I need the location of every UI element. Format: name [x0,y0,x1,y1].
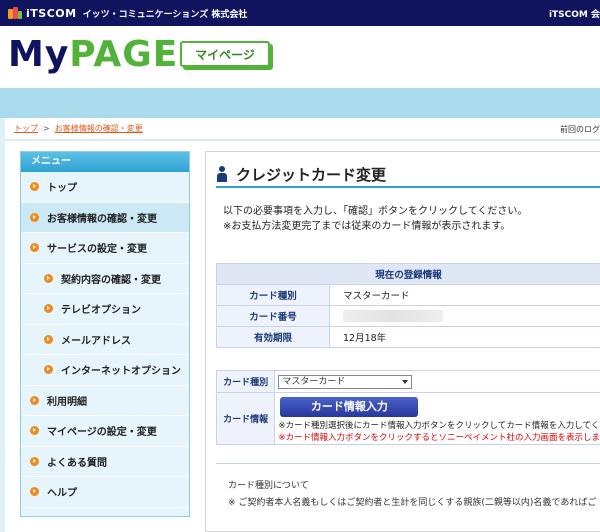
card-type-select-cell: マスターカード [274,370,600,393]
sidebar-item-service-settings[interactable]: サービスの設定・変更 [21,233,189,264]
sidebar-item-label: インターネットオプション [61,366,181,378]
main-panel: クレジットカード変更 以下の必要事項を入力し、「確認」ボタンをクリックしてくださ… [205,151,600,532]
sidebar-item-label: メールアドレス [61,335,131,347]
breadcrumb-separator: > [43,124,50,133]
redacted-card-number [343,310,443,322]
card-type-value: マスターカード [329,284,600,306]
sidebar-item-top[interactable]: トップ [21,172,189,203]
arrow-bullet-icon [30,182,39,192]
breadcrumb: トップ > お客様情報の確認・変更 前回のログ [5,118,600,140]
intro-line-1: 以下の必要事項を入力し、「確認」ボタンをクリックしてください。 [223,206,528,217]
card-info-warning: ※カード情報入力ボタンをクリックするとソニーペイメント社の入力画面を表示しま [278,433,600,443]
current-info-caption: 現在の登録情報 [216,263,600,285]
card-info-note: ※カード種別選択後にカード情報入力ボタンをクリックしてカード情報を入力してく [278,421,600,431]
logo-my: My [8,34,70,75]
sidebar-item-customer-info[interactable]: お客様情報の確認・変更 [21,202,189,233]
arrow-bullet-icon [30,426,39,436]
brand-name: iTSCOM [26,6,77,20]
table-row: カード番号 [216,305,600,327]
menu-header: メニュー [21,152,189,172]
page-title-text: クレジットカード変更 [236,165,387,184]
card-number-value [329,305,600,327]
card-type-selected-value: マスターカード [282,376,346,387]
sidebar-item-label: サービスの設定・変更 [47,244,147,256]
card-info-label: カード情報 [215,392,276,445]
arrow-bullet-icon [30,395,39,405]
expiry-value: 12月18年 [329,326,600,348]
sidebar-item-contract[interactable]: 契約内容の確認・変更 [21,264,189,294]
arrow-bullet-icon [44,304,53,314]
arrow-bullet-icon [30,456,39,466]
sidebar-item-label: マイページの設定・変更 [47,427,157,439]
sidebar-item-label: 契約内容の確認・変更 [61,274,161,286]
sidebar-item-label: ヘルプ [47,488,77,500]
sidebar-item-label: 利用明細 [47,396,87,408]
mypage-logo[interactable]: MyPAGE [8,35,178,75]
sidebar-item-tv-option[interactable]: テレビオプション [21,294,189,325]
intro-line-2: ※お支払方法変更完了までは従来のカード情報が表示されます。 [223,221,511,232]
card-info-input-button[interactable]: カード情報入力 [280,397,419,417]
logo-page: PAGE [69,34,179,75]
mypage-badge: マイページ [180,41,270,67]
sidebar-item-billing[interactable]: 利用明細 [21,386,189,416]
footnote-title: カード種別について [228,481,309,491]
sidebar-item-label: トップ [47,183,77,195]
sidebar-item-faq[interactable]: よくある質問 [21,447,189,477]
previous-login-text: 前回のログ [560,125,600,134]
itscom-brand[interactable]: iTSCOM イッツ・コミュニケーションズ 株式会社 [8,6,247,20]
company-name: イッツ・コミュニケーションズ 株式会社 [82,9,248,20]
sidebar-item-label: テレビオプション [61,305,141,317]
card-type-select-label: カード種別 [215,370,276,393]
arrow-bullet-icon [30,487,39,497]
card-info-cell: カード情報入力 ※カード種別選択後にカード情報入力ボタンをクリックしてカード情報… [274,392,600,445]
page-title: クレジットカード変更 [216,162,600,188]
table-row: カード種別 マスターカード [216,284,600,306]
table-row: 有効期限 12月18年 [216,326,600,348]
sidebar-item-label: よくある質問 [47,457,107,469]
header-band [0,88,600,118]
footnote-text: ※ ご契約者本人名義もしくはご契約者と生計を同じくする親族(二親等以内)名義であ… [228,498,597,508]
card-change-form: カード種別 マスターカード カード情報 カード情報入力 ※カード種別選択後にカー… [215,370,600,445]
top-brand-bar: iTSCOM イッツ・コミュニケーションズ 株式会社 iTSCOM 会 [0,0,600,26]
itscom-logo-icon [8,6,22,20]
sidebar-item-internet-option[interactable]: インターネットオプション [21,355,189,386]
breadcrumb-current-link[interactable]: お客様情報の確認・変更 [55,123,143,134]
arrow-bullet-icon [44,334,53,344]
chevron-down-icon [402,379,409,384]
card-type-footnote: カード種別について ※ ご契約者本人名義もしくはご契約者と生計を同じくする親族(… [228,478,596,512]
sidebar-item-mypage-settings[interactable]: マイページの設定・変更 [21,416,189,447]
intro-text: 以下の必要事項を入力し、「確認」ボタンをクリックしてください。 ※お支払方法変更… [223,204,527,234]
sidebar-item-label: お客様情報の確認・変更 [47,213,157,225]
arrow-bullet-icon [44,365,53,375]
sidebar-item-mail-address[interactable]: メールアドレス [21,325,189,355]
card-type-label: カード種別 [216,284,330,306]
current-info-table: 現在の登録情報 カード種別 マスターカード カード番号 有効期限 12月18年 [216,263,600,348]
arrow-bullet-icon [44,273,53,283]
card-number-label: カード番号 [216,305,330,327]
person-icon [216,166,228,182]
card-type-select[interactable]: マスターカード [278,374,413,389]
topbar-right-link[interactable]: iTSCOM 会 [549,7,600,20]
arrow-bullet-icon [30,243,39,253]
section-divider [216,463,600,464]
breadcrumb-top-link[interactable]: トップ [14,123,38,134]
expiry-label: 有効期限 [216,326,330,348]
sidebar-item-help[interactable]: ヘルプ [21,477,189,508]
sidebar-menu: メニュー トップ お客様情報の確認・変更 サービスの設定・変更 契約内容の確認・… [20,151,190,517]
page-header: MyPAGE マイページ [0,26,600,88]
arrow-bullet-icon [30,212,39,222]
